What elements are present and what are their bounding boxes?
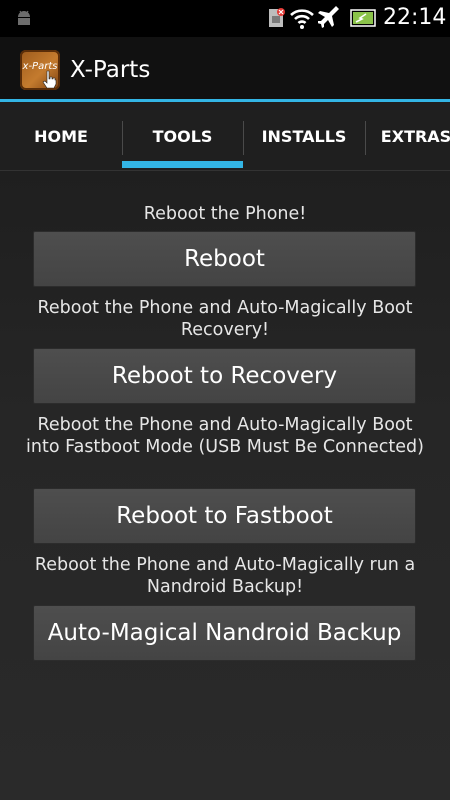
hand-pointer-icon xyxy=(42,70,57,88)
sim-icon xyxy=(269,8,285,27)
android-icon xyxy=(18,10,30,25)
reboot-recovery-description: Reboot the Phone and Auto-Magically Boot… xyxy=(37,298,413,340)
reboot-button[interactable]: Reboot xyxy=(33,231,416,287)
status-bar: 22:14 xyxy=(0,0,450,37)
airplane-icon xyxy=(318,6,339,28)
reboot-description: Reboot the Phone! xyxy=(143,204,307,224)
nandroid-backup-button[interactable]: Auto-Magical Nandroid Backup xyxy=(33,605,416,661)
nandroid-backup-description: Reboot the Phone and Auto-Magically run … xyxy=(34,555,416,597)
tools-panel[interactable]: Reboot the Phone! Reboot Reboot the Phon… xyxy=(0,171,450,800)
clock: 22:14 xyxy=(383,5,447,30)
action-bar xyxy=(0,37,450,100)
tab-installs[interactable]: INSTALLS xyxy=(243,102,365,170)
app-title: X-Parts xyxy=(70,57,151,83)
app-icon[interactable]: x-Parts xyxy=(20,50,60,90)
wifi-icon xyxy=(290,9,314,29)
reboot-recovery-button[interactable]: Reboot to Recovery xyxy=(33,348,416,404)
reboot-fastboot-description: Reboot the Phone and Auto-Magically Boot… xyxy=(26,415,424,457)
reboot-fastboot-button[interactable]: Reboot to Fastboot xyxy=(33,488,416,544)
tab-tools[interactable]: TOOLS xyxy=(122,102,243,170)
tab-extras[interactable]: EXTRAS xyxy=(366,102,450,170)
selected-tab-indicator xyxy=(122,161,243,168)
battery-icon xyxy=(350,9,376,27)
tab-home[interactable]: HOME xyxy=(0,102,122,170)
